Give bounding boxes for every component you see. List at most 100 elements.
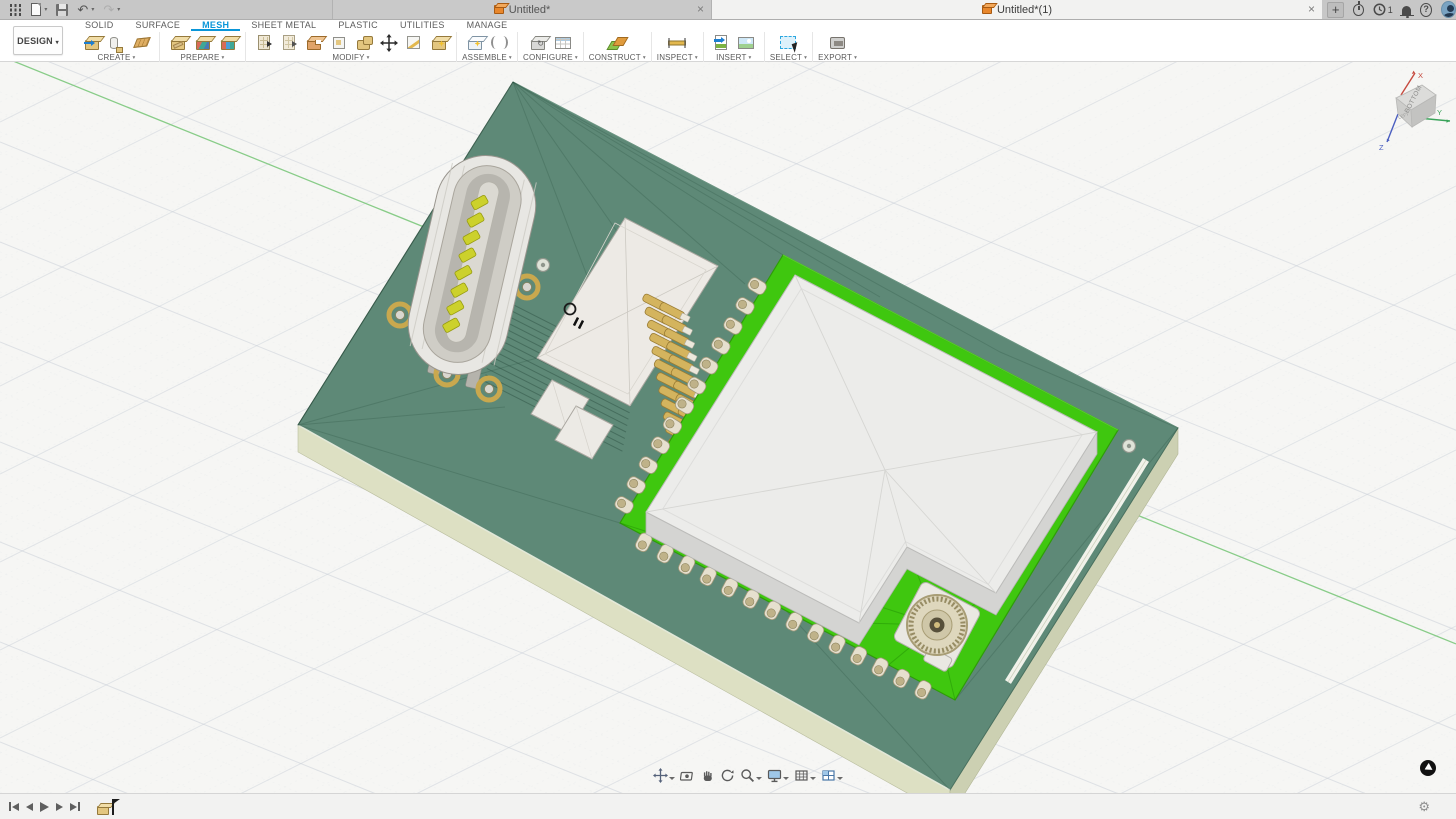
- workspace-switcher-button[interactable]: DESIGN ▾: [13, 26, 63, 55]
- configure-dropdown[interactable]: CONFIGURE▾: [523, 53, 578, 62]
- document-tab-untitled[interactable]: Untitled* ×: [332, 0, 712, 19]
- autodesk-badge-icon[interactable]: [1420, 760, 1436, 776]
- construction-plane-icon[interactable]: [605, 32, 630, 53]
- caret-down-icon: ▾: [133, 55, 136, 61]
- new-component-icon[interactable]: [462, 32, 487, 53]
- app-launcher-icon[interactable]: [10, 4, 12, 6]
- file-menu-icon[interactable]: [31, 3, 41, 16]
- ribbon-groups: CREATE▾ PREPARE▾: [74, 32, 1456, 62]
- zoom-button[interactable]: [739, 767, 763, 784]
- close-tab-icon[interactable]: ×: [1308, 2, 1315, 16]
- modify-dropdown[interactable]: MODIFY▾: [332, 53, 369, 62]
- export-dropdown[interactable]: EXPORT▾: [818, 53, 857, 62]
- merge-bodies-icon[interactable]: [351, 32, 376, 53]
- step-back-button[interactable]: [26, 803, 33, 811]
- repair-mesh-icon[interactable]: [165, 32, 190, 53]
- new-document-button[interactable]: +: [1327, 2, 1344, 18]
- tab-utilities[interactable]: UTILITIES: [389, 20, 456, 31]
- pan-hand-icon: [700, 768, 715, 783]
- measure-icon[interactable]: [665, 32, 690, 53]
- create-mesh-primitive-icon[interactable]: [104, 32, 129, 53]
- tab-sheet-metal[interactable]: SHEET METAL: [240, 20, 327, 31]
- tab-mesh[interactable]: MESH: [191, 20, 240, 31]
- inspect-dropdown[interactable]: INSPECT▾: [657, 53, 698, 62]
- undo-icon[interactable]: ↶: [77, 3, 88, 16]
- erase-and-fill-icon[interactable]: [301, 32, 326, 53]
- look-at-button[interactable]: [679, 767, 696, 784]
- timeline-feature-mesh-body[interactable]: [97, 799, 114, 815]
- orbit-icon: [720, 768, 735, 783]
- user-avatar[interactable]: [1441, 1, 1456, 18]
- pan-button[interactable]: [699, 767, 716, 784]
- insert-dropdown[interactable]: INSERT▾: [716, 53, 751, 62]
- view-cube[interactable]: X Y Z BOTTOM LEFT: [1374, 68, 1456, 154]
- ribbon-group-construct: CONSTRUCT▾: [584, 32, 652, 62]
- generate-face-groups-icon[interactable]: [190, 32, 215, 53]
- configuration-table-icon[interactable]: [550, 32, 575, 53]
- go-to-start-button[interactable]: [8, 802, 19, 811]
- tessellate-icon[interactable]: [129, 32, 154, 53]
- tab-surface[interactable]: SURFACE: [125, 20, 192, 31]
- redo-icon[interactable]: ↷: [103, 3, 114, 16]
- joint-icon[interactable]: [487, 32, 512, 53]
- insert-mesh-icon[interactable]: [79, 32, 104, 53]
- fit-button[interactable]: [652, 767, 676, 784]
- remesh-icon[interactable]: [251, 32, 276, 53]
- timeline-bar: ⚙: [0, 793, 1456, 819]
- grid-and-snaps-button[interactable]: [793, 767, 817, 784]
- convert-mesh-icon[interactable]: [426, 32, 451, 53]
- canvas-icon[interactable]: [734, 32, 759, 53]
- timeline-playhead[interactable]: [112, 799, 114, 815]
- ribbon-group-insert: INSERT▾: [704, 32, 765, 62]
- caret-down-icon: ▾: [643, 55, 646, 61]
- plane-cut-icon[interactable]: [401, 32, 426, 53]
- assemble-dropdown[interactable]: ASSEMBLE▾: [462, 53, 512, 62]
- go-to-end-button[interactable]: [70, 802, 81, 811]
- ribbon-group-create: CREATE▾: [74, 32, 160, 62]
- prepare-dropdown[interactable]: PREPARE▾: [180, 53, 224, 62]
- job-status-button[interactable]: 1: [1373, 3, 1393, 16]
- timeline-settings-gear-icon[interactable]: ⚙: [1418, 799, 1430, 815]
- window-select-icon[interactable]: [776, 32, 801, 53]
- caret-down-icon: [756, 777, 762, 780]
- save-icon[interactable]: [56, 4, 68, 16]
- fusion-360-window: ▾ ↶ ▾ ↷ ▾ Untitled* × Untitled*(1) × + 1…: [0, 0, 1456, 819]
- file-menu-caret-icon[interactable]: ▾: [44, 6, 47, 13]
- play-button[interactable]: [40, 802, 49, 812]
- document-tab-label: Untitled*(1): [997, 4, 1052, 16]
- notifications-bell-icon[interactable]: [1402, 6, 1411, 15]
- close-tab-icon[interactable]: ×: [697, 2, 704, 16]
- step-forward-button[interactable]: [56, 803, 63, 811]
- reduce-icon[interactable]: [276, 32, 301, 53]
- display-settings-button[interactable]: [766, 767, 790, 784]
- tab-manage[interactable]: MANAGE: [456, 20, 519, 31]
- insert-svg-icon[interactable]: [709, 32, 734, 53]
- reverse-normal-icon[interactable]: [326, 32, 351, 53]
- orbit-button[interactable]: [719, 767, 736, 784]
- titlebar-controls: + 1 ?: [1322, 0, 1456, 19]
- ribbon-toolbar: DESIGN ▾ SOLID SURFACE MESH SHEET METAL …: [0, 20, 1456, 62]
- caret-down-icon: [669, 777, 675, 780]
- redo-caret-icon[interactable]: ▾: [117, 6, 120, 13]
- paint-face-groups-icon[interactable]: [215, 32, 240, 53]
- navigation-bar: [652, 767, 844, 784]
- extensions-icon[interactable]: [1353, 4, 1363, 16]
- caret-down-icon: ▾: [367, 55, 370, 61]
- construct-dropdown[interactable]: CONSTRUCT▾: [589, 53, 646, 62]
- configuration-icon[interactable]: ↻: [525, 32, 550, 53]
- export-model-icon[interactable]: [825, 32, 850, 53]
- select-dropdown[interactable]: SELECT▾: [770, 53, 807, 62]
- move-icon[interactable]: [376, 32, 401, 53]
- viewports-button[interactable]: [820, 767, 844, 784]
- viewport[interactable]: X Y Z BOTTOM LEFT: [0, 62, 1456, 793]
- undo-caret-icon[interactable]: ▾: [91, 6, 94, 13]
- caret-down-icon: ▾: [695, 55, 698, 61]
- document-tab-untitled-1[interactable]: Untitled*(1) ×: [712, 0, 1322, 19]
- help-icon[interactable]: ?: [1420, 3, 1432, 17]
- create-dropdown[interactable]: CREATE▾: [97, 53, 135, 62]
- model-canvas[interactable]: [0, 62, 1456, 793]
- tab-solid[interactable]: SOLID: [74, 20, 125, 31]
- axis-z-label: Z: [1379, 143, 1384, 152]
- tab-plastic[interactable]: PLASTIC: [327, 20, 389, 31]
- caret-down-icon: ▾: [575, 55, 578, 61]
